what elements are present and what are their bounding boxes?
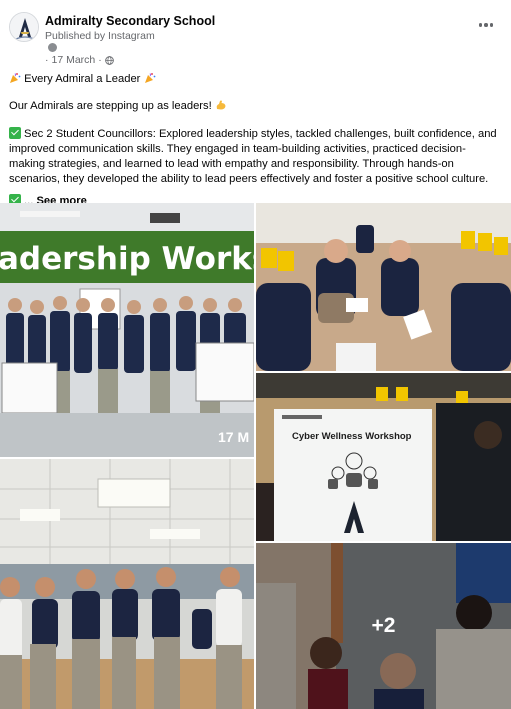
post-date-link[interactable]: 17 March <box>52 54 96 66</box>
globe-icon <box>104 55 114 65</box>
page-name-link[interactable]: Admiralty Secondary School <box>45 14 215 28</box>
photo-banner-text: adership Worksh <box>0 241 254 277</box>
post-intro-row: Our Admirals are stepping up as leaders! <box>9 99 499 116</box>
svg-text:17 M: 17 M <box>218 429 249 445</box>
photo-students-hall[interactable] <box>0 459 254 709</box>
meta-separator-2: · <box>98 54 102 66</box>
photo-group-leadership[interactable]: adership Worksh <box>0 203 254 457</box>
party-popper-icon-2 <box>144 72 156 89</box>
meta-separator: · <box>45 54 49 66</box>
flexed-biceps-icon <box>215 99 227 116</box>
post-message: Every Admiral a Leader Our Admirals are … <box>9 72 499 219</box>
photo-students-discussion[interactable] <box>256 203 511 371</box>
post-intro: Our Admirals are stepping up as leaders! <box>9 100 212 113</box>
svg-text:adership Worksh: adership Worksh <box>0 241 254 277</box>
audience-badge-icon <box>48 43 57 52</box>
post-header: Admiralty Secondary School Published by … <box>0 0 511 68</box>
post-meta: · 17 March · <box>45 54 114 66</box>
photo-more-students[interactable]: +2 <box>256 543 511 709</box>
photo-date-stamp: 17 M <box>218 429 249 445</box>
more-options-icon[interactable] <box>475 18 497 32</box>
photo-grid: adership Worksh <box>0 203 511 709</box>
post-body-row: Sec 2 Student Councillors: Explored lead… <box>9 126 499 188</box>
school-crest-icon[interactable] <box>9 12 39 42</box>
post-body: Sec 2 Student Councillors: Explored lead… <box>9 127 497 186</box>
check-mark-icon <box>9 126 21 139</box>
published-by-text: Published by Instagram <box>45 30 155 42</box>
more-photos-count: +2 <box>371 614 396 637</box>
post-headline-row: Every Admiral a Leader <box>9 72 499 89</box>
svg-text:Cyber Wellness Workshop: Cyber Wellness Workshop <box>292 431 412 442</box>
more-photos-overlay[interactable]: +2 <box>256 543 511 709</box>
party-popper-icon <box>9 72 21 89</box>
post-headline: Every Admiral a Leader <box>24 73 141 85</box>
photo-cyber-wellness-slide[interactable]: Cyber Wellness Workshop <box>256 373 511 541</box>
slide-title: Cyber Wellness Workshop <box>292 431 412 442</box>
